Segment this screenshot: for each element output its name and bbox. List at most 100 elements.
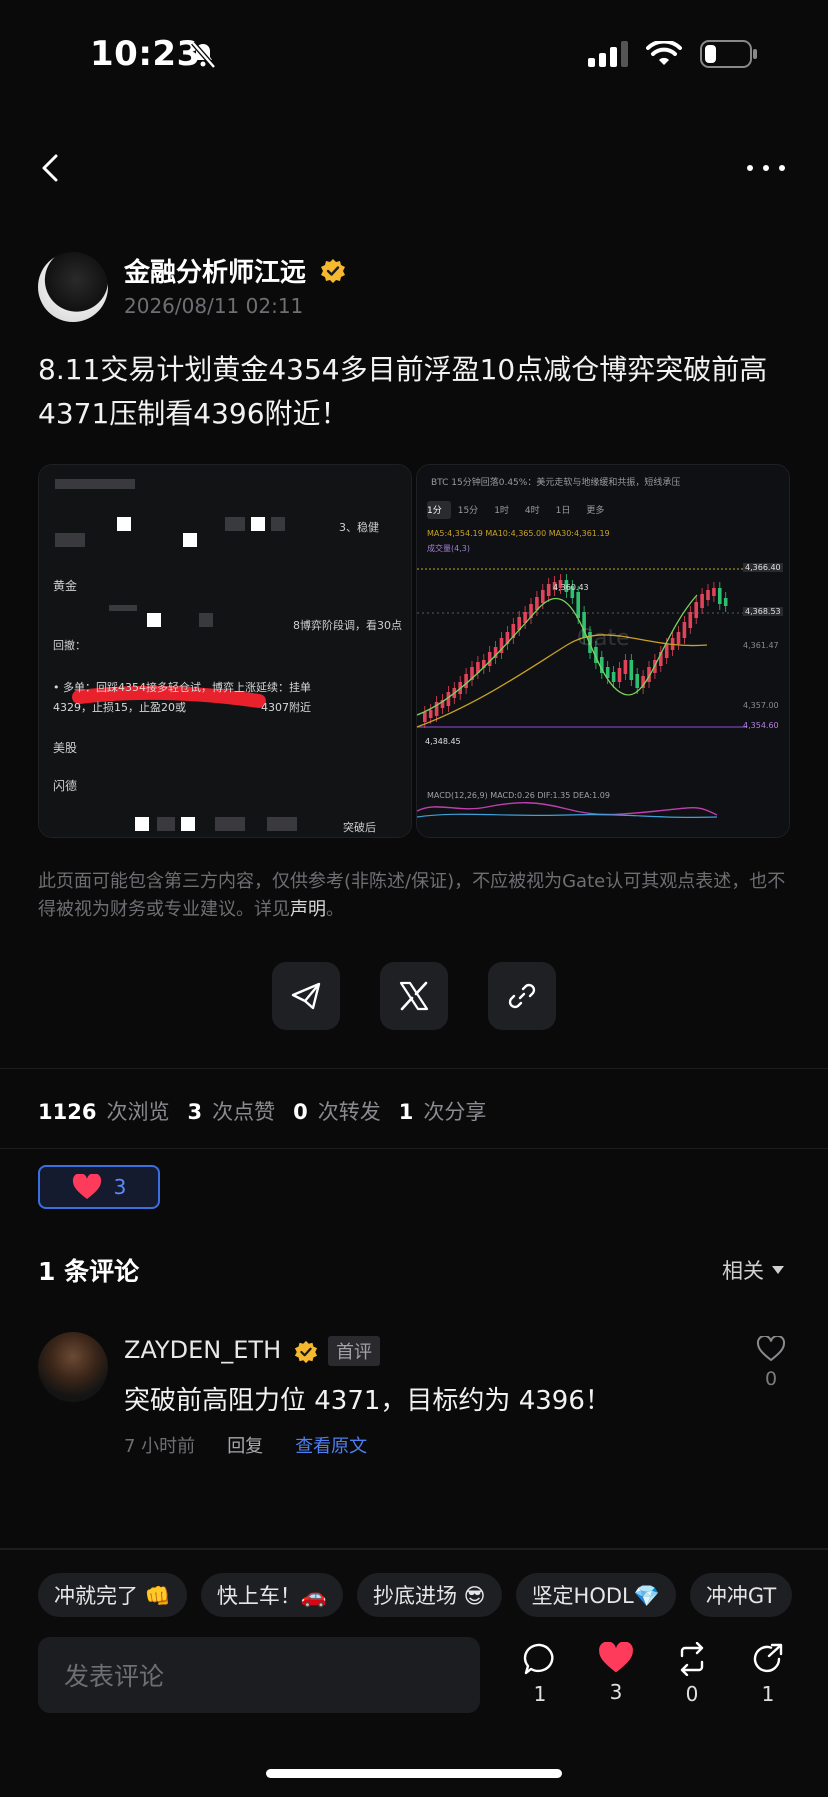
candle-body [664,644,669,658]
candle-body [688,612,693,628]
x-logo-icon [399,981,429,1011]
status-time: 10:23 [90,34,201,74]
link-icon [508,983,536,1009]
chart-low-label: 4,348.45 [425,737,461,746]
quick-reply-chip[interactable]: 冲冲GT [689,1573,793,1617]
candle-body [623,660,628,674]
view-original-link[interactable]: 查看原文 [295,1432,367,1458]
shares-label: 次分享 [423,1100,487,1124]
note-line-stocks: 美股 [53,741,78,755]
reposts-label: 次转发 [317,1100,381,1124]
quick-reply-chip[interactable]: 冲就完了 👊 [38,1573,187,1617]
disclaimer-link[interactable]: 声明 [290,899,326,920]
reposts-count: 0 [293,1100,308,1124]
repost-icon [680,1642,704,1676]
note-line-target: 4307附近 [261,701,311,714]
chart-axis-label-3: 4,354.60 [743,721,779,730]
tab-1m[interactable]: 1分 [427,503,442,516]
divider [0,1068,828,1069]
candle-body [541,590,545,603]
comment-action-count: 1 [533,1682,547,1706]
divider [0,1148,828,1149]
candle-body [423,712,427,722]
author-name[interactable]: 金融分析师江远 [124,252,306,289]
comment-bubble-icon [523,1643,554,1675]
views-label: 次浏览 [106,1100,170,1124]
reaction-count: 3 [113,1175,127,1199]
chart-axis-label-1: 4,361.47 [743,641,779,650]
caret-down-icon [772,1266,784,1274]
telegram-icon [291,982,321,1010]
candle-body [546,584,551,596]
chart-ma-line: MA5:4,354.19 MA10:4,365.00 MA30:4,361.19 [427,529,610,538]
comments-title: 1 条评论 [38,1257,140,1286]
candle-body [487,652,492,666]
quick-reply-chips: 冲就完了 👊 快上车！🚗 抄底进场 😎 坚定HODL💎 冲冲GT [38,1573,793,1617]
chart-high-label: 4,360.43 [553,583,589,592]
disclaimer-end: 。 [326,899,344,920]
note-line-gold: 黄金 [53,579,78,593]
author-avatar[interactable] [38,252,108,322]
quick-reply-chip[interactable]: 快上车！🚗 [200,1573,343,1617]
candle-body [464,674,468,688]
chart-price-label-1: 4,366.40 [743,563,783,572]
chart-axis-label-2: 4,357.00 [743,701,779,710]
note-line-flash: 闪德 [53,779,78,793]
candle-body [706,590,710,600]
post-image-chart[interactable]: Gate BTC 15分钟回落0.45%：美元走软与地缘缓和共振，短线承压 1分… [416,464,790,838]
repost-action-count: 0 [685,1682,699,1706]
candle-body [611,672,616,682]
heart-reaction-chip[interactable]: 3 [38,1165,160,1209]
share-arrow-icon [753,1643,783,1673]
comment-action[interactable]: 1 [520,1642,560,1706]
back-icon[interactable] [36,148,66,188]
share-x-button[interactable] [380,962,448,1030]
commenter-name[interactable]: ZAYDEN_ETH [124,1336,281,1364]
candle-body [576,592,580,618]
first-comment-badge: 首评 [328,1336,380,1366]
chart-header: BTC 15分钟回落0.45%：美元走软与地缘缓和共振，短线承压 [431,478,681,488]
home-indicator [266,1769,562,1778]
quick-reply-chip[interactable]: 坚定HODL💎 [515,1573,676,1617]
post-image-notes[interactable]: 黄金 回撤： • 多单：回踩4354接多轻仓试，博弈上涨延续：挂单 4329，止… [38,464,412,838]
candle-body [694,602,698,618]
commenter-avatar[interactable] [38,1332,108,1402]
copy-link-button[interactable] [488,962,556,1030]
comment-text: 突破前高阻力位 4371，目标约为 4396！ [124,1386,611,1416]
share-action-count: 1 [761,1682,775,1706]
quick-reply-chip[interactable]: 抄底进场 😎 [356,1573,502,1617]
share-action[interactable]: 1 [748,1642,788,1706]
shares-count: 1 [398,1100,414,1124]
candle-body [428,710,433,718]
tab-more[interactable]: 更多 [586,503,604,516]
share-telegram-button[interactable] [272,962,340,1030]
reply-button[interactable]: 回复 [227,1432,263,1458]
post-timestamp: 2026/08/11 02:11 [124,294,304,318]
repost-action[interactable]: 0 [672,1642,712,1706]
wifi-icon [646,41,682,65]
tab-4h[interactable]: 4时 [525,503,540,516]
candle-body [700,594,704,608]
more-icon[interactable] [744,148,788,188]
like-action[interactable]: 3 [596,1642,636,1704]
tab-1d[interactable]: 1日 [556,503,571,516]
note-fragment-steady: 3、稳健 [339,521,379,534]
candle-body [676,632,681,644]
post-stats: 1126 次浏览 3 次点赞 0 次转发 1 次分享 [38,1096,486,1126]
note-line-pullback: 回撤： [53,639,86,652]
likes-label: 次点赞 [212,1100,276,1124]
chart-timeframe-tabs: 1分 15分 1时 4时 1日 更多 [427,503,604,516]
tab-1h[interactable]: 1时 [494,503,509,516]
sort-dropdown[interactable]: 相关 [722,1255,784,1285]
chart-watermark: Gate [577,626,630,651]
heart-icon [599,1642,633,1673]
chart-sub-line: 成交量(4,3) [427,544,470,553]
verified-icon [294,1340,318,1364]
comment-input[interactable]: 发表评论 [38,1637,480,1713]
comment-like-count: 0 [764,1368,778,1390]
candle-body [617,668,622,682]
candle-body [635,674,639,688]
comment-time: 7 小时前 [124,1436,196,1457]
tab-15m[interactable]: 15分 [458,503,478,516]
comment-like-button[interactable]: 0 [754,1336,788,1390]
